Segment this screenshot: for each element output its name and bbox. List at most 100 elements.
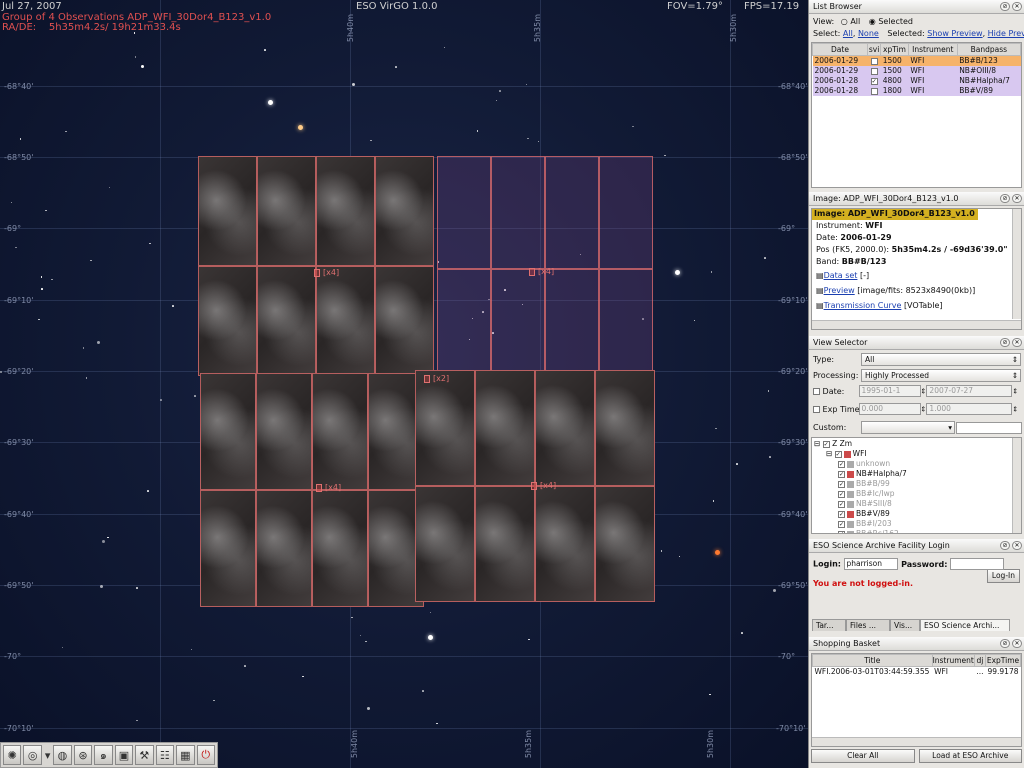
tree-checkbox[interactable]: ✓ — [838, 510, 845, 518]
globe-icon[interactable]: ◍ — [53, 745, 72, 765]
tree-item[interactable]: ✓ BB#B/99 — [814, 479, 1019, 489]
exp-from-field[interactable]: 0.000 — [858, 403, 921, 415]
select-none-link[interactable]: None — [858, 29, 879, 38]
hide-preview-link[interactable]: Hide Preview — [988, 29, 1024, 38]
tree-item[interactable]: ✓ BB#Rc/162 — [814, 529, 1019, 533]
dropdown-icon[interactable]: ▾ — [44, 745, 51, 765]
footprint-marker[interactable]: [x4] — [316, 483, 341, 492]
filter-tree[interactable]: ⊟ ✓ Z Zm ⊟ ✓ WFI ✓ unknown ✓ NB#Halpha/7 ✓ BB#B/… — [811, 437, 1022, 534]
list-column-header[interactable]: Date — [812, 43, 868, 56]
list-cell-checkbox[interactable] — [867, 85, 881, 96]
list-column-header[interactable]: Instrument — [907, 43, 958, 56]
row-checkbox[interactable] — [870, 57, 878, 65]
spiral-icon[interactable]: ๑ — [94, 745, 113, 765]
collapse-icon[interactable]: ⊟ — [826, 449, 835, 458]
preview-link[interactable]: Preview — [824, 286, 855, 295]
tree-item[interactable]: ✓ BB#Ic/Iwp — [814, 489, 1019, 499]
row-checkbox[interactable] — [870, 87, 878, 95]
view-all-radio[interactable]: ○ All — [841, 17, 860, 26]
custom-field[interactable] — [956, 421, 1022, 434]
basket-scrollbar[interactable] — [812, 737, 1021, 746]
tree-item[interactable]: ✓ unknown — [814, 459, 1019, 469]
login-button[interactable]: Log-In — [986, 569, 1020, 583]
date-from-field[interactable]: 1995-01-1 — [858, 385, 921, 397]
footprint-marker[interactable]: [x4] — [531, 481, 556, 490]
view-selected-radio[interactable]: ◉ Selected — [869, 17, 913, 26]
collapse-icon[interactable]: ⊟ — [814, 439, 823, 448]
basket-column-header[interactable]: ExpTime — [984, 654, 1021, 667]
tab-eso-archive[interactable]: ESO Science Archi... — [920, 619, 1010, 631]
exp-time-checkbox[interactable] — [813, 405, 820, 413]
power-icon[interactable]: ⏻ — [196, 745, 215, 765]
footprint-marker[interactable]: [x4] — [314, 268, 339, 277]
observation-row[interactable]: 2006-01-29 1500 WFI BB#B/123 — [812, 55, 1021, 66]
tree-checkbox[interactable]: ✓ — [838, 500, 845, 508]
tab-targets[interactable]: Tar... — [812, 619, 846, 631]
float-icon[interactable]: ⊘ — [1000, 541, 1010, 550]
tree-checkbox[interactable]: ✓ — [838, 490, 845, 498]
tab-vis[interactable]: Vis... — [890, 619, 920, 631]
select-all-link[interactable]: All — [843, 29, 853, 38]
clear-all-button[interactable]: Clear All — [811, 749, 915, 763]
footprint-marker[interactable]: [x4] — [529, 267, 554, 276]
footprint-marker[interactable]: [x2] — [424, 374, 449, 383]
tree-item[interactable]: ⊟ ✓ Z Zm — [814, 439, 1019, 449]
basket-column-header[interactable]: dj — [973, 654, 986, 667]
nebula-icon[interactable]: ✺ — [3, 745, 22, 765]
tree-item[interactable]: ⊟ ✓ WFI — [814, 449, 1019, 459]
list-cell-checkbox[interactable] — [867, 65, 881, 76]
exp-to-field[interactable]: 1.000 — [926, 403, 1013, 415]
password-field[interactable] — [949, 558, 1004, 570]
tree-checkbox[interactable]: ✓ — [834, 450, 842, 458]
horizontal-scrollbar[interactable] — [812, 320, 1021, 329]
observation-row[interactable]: 2006-01-29 1500 WFI NB#OIII/8 — [812, 65, 1021, 76]
close-icon[interactable]: ✕ — [1012, 338, 1022, 347]
date-checkbox[interactable] — [813, 387, 820, 395]
float-icon[interactable]: ⊘ — [1000, 2, 1010, 11]
float-icon[interactable]: ⊘ — [1000, 194, 1010, 203]
dataset-link[interactable]: Data set — [824, 271, 858, 280]
tree-item[interactable]: ✓ BB#V/89 — [814, 509, 1019, 519]
row-checkbox[interactable]: ✓ — [870, 77, 878, 85]
list-column-header[interactable]: svi — [866, 43, 882, 56]
tree-checkbox[interactable]: ✓ — [838, 520, 845, 528]
observation-row[interactable]: 2006-01-28 1800 WFI BB#V/89 — [812, 85, 1021, 96]
type-select[interactable]: All ⇕ — [861, 353, 1021, 366]
show-preview-link[interactable]: Show Preview — [927, 29, 982, 38]
tree-checkbox[interactable]: ✓ — [838, 470, 845, 478]
list-column-header[interactable]: xpTim — [880, 43, 909, 56]
tree-checkbox[interactable]: ✓ — [838, 480, 845, 488]
tab-files[interactable]: Files ... — [846, 619, 890, 631]
close-icon[interactable]: ✕ — [1012, 2, 1022, 11]
list-cell-checkbox[interactable]: ✓ — [867, 75, 881, 86]
processing-select[interactable]: Highly Processed ⇕ — [861, 369, 1021, 382]
equalizer-icon[interactable]: ☷ — [155, 745, 175, 765]
float-icon[interactable]: ⊘ — [1000, 338, 1010, 347]
list-column-header[interactable]: Bandpass — [956, 43, 1021, 56]
date-to-field[interactable]: 2007-07-27 — [926, 385, 1013, 397]
tree-checkbox[interactable]: ✓ — [838, 460, 845, 468]
basket-list[interactable]: Title Instrument dj ExpTime WFI.2006-03-01T… — [811, 653, 1022, 747]
screen-icon[interactable]: ▣ — [114, 745, 134, 765]
close-icon[interactable]: ✕ — [1012, 541, 1022, 550]
tree-scrollbar[interactable] — [1012, 438, 1021, 533]
tree-checkbox[interactable]: ✓ — [838, 530, 845, 533]
close-icon[interactable]: ✕ — [1012, 639, 1022, 648]
sky-view[interactable]: [x4] [x4] [x2] [x4] [x4] -68°40' -68°50'… — [0, 0, 808, 768]
tree-checkbox[interactable]: ✓ — [822, 440, 830, 448]
observation-list[interactable]: Date svi xpTim Instrument Bandpass 2006-01-2… — [811, 42, 1022, 188]
list-cell-checkbox[interactable] — [867, 55, 881, 66]
login-field[interactable]: pharrison — [843, 558, 898, 570]
float-icon[interactable]: ⊘ — [1000, 639, 1010, 648]
basket-row[interactable]: WFI.2006-03-01T03:44:59.355 WFI... 99.9178 — [813, 667, 1021, 677]
grid-icon[interactable]: ⊛ — [73, 745, 93, 765]
transmission-link[interactable]: Transmission Curve — [824, 301, 902, 310]
basket-column-header[interactable]: Title — [812, 654, 933, 667]
vertical-scrollbar[interactable] — [1012, 209, 1021, 319]
basket-column-header[interactable]: Instrument — [931, 654, 975, 667]
custom-select[interactable]: ▾ — [861, 421, 955, 434]
observation-row[interactable]: 2006-01-28 ✓ 4800 WFI NB#Halpha/7 — [812, 75, 1021, 86]
tree-item[interactable]: ✓ BB#I/203 — [814, 519, 1019, 529]
wrench-icon[interactable]: ⚒ — [135, 745, 154, 765]
tree-item[interactable]: ✓ NB#Halpha/7 — [814, 469, 1019, 479]
